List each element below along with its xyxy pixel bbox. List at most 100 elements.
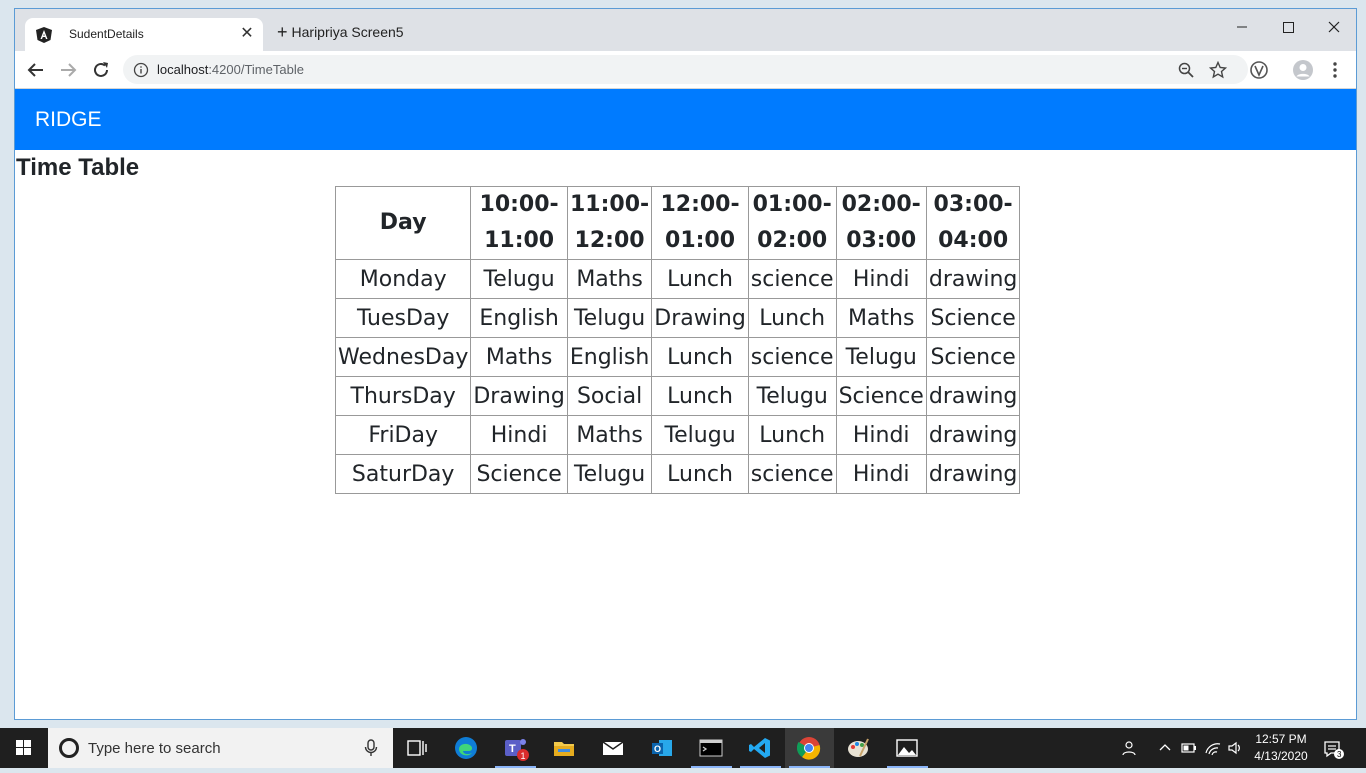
table-body: Monday Telugu Maths Lunch science Hindi drawin… bbox=[334, 259, 1021, 494]
address-bar[interactable]: localhost:4200/TimeTable bbox=[123, 55, 1248, 84]
subject-cell: Maths bbox=[566, 415, 653, 455]
menu-dots-icon[interactable] bbox=[1324, 59, 1346, 81]
notification-center-icon[interactable]: 3 bbox=[1322, 738, 1344, 760]
subject-cell: Social bbox=[566, 376, 653, 416]
subject-cell: Hindi bbox=[835, 415, 927, 455]
header-time-slot: 11:00- 12:00 bbox=[566, 186, 653, 260]
close-tab-icon[interactable]: ✕ bbox=[237, 24, 257, 44]
photos-icon bbox=[896, 739, 918, 757]
table-row: WednesDay Maths English Lunch science Telugu S… bbox=[334, 337, 1021, 377]
start-button[interactable] bbox=[0, 728, 48, 768]
subject-cell: Lunch bbox=[747, 298, 837, 338]
subject-cell: Telugu bbox=[566, 298, 653, 338]
tab-active[interactable]: SudentDetails ✕ bbox=[25, 18, 263, 51]
battery-icon[interactable] bbox=[1180, 739, 1198, 757]
subject-cell: Maths bbox=[470, 337, 568, 377]
url-text: localhost:4200/TimeTable bbox=[157, 62, 304, 77]
vscode-icon bbox=[749, 738, 770, 758]
minimize-icon[interactable] bbox=[1219, 13, 1265, 41]
teams-badge: 1 bbox=[521, 751, 526, 761]
subject-cell: drawing bbox=[925, 454, 1021, 494]
edge-icon bbox=[455, 737, 477, 759]
subject-cell: Hindi bbox=[470, 415, 568, 455]
table-header-row: Day 10:00- 11:00 11:00- 12:00 12:00- 01:00 0… bbox=[334, 186, 1021, 260]
zoom-out-icon[interactable] bbox=[1177, 61, 1195, 79]
task-view-icon bbox=[407, 740, 427, 756]
subject-cell: Telugu bbox=[747, 376, 837, 416]
page-title: Time Table bbox=[16, 154, 140, 181]
system-clock[interactable]: 12:57 PM 4/13/2020 bbox=[1248, 731, 1314, 765]
subject-cell: Hindi bbox=[835, 259, 927, 299]
new-tab-button[interactable]: + Haripriya Screen5 bbox=[277, 22, 404, 42]
cortana-icon bbox=[59, 738, 79, 758]
day-cell: ThursDay bbox=[334, 376, 472, 416]
day-cell: SaturDay bbox=[334, 454, 472, 494]
terminal-icon bbox=[699, 739, 723, 757]
taskbar-terminal[interactable] bbox=[687, 728, 736, 768]
bookmark-star-icon[interactable] bbox=[1209, 61, 1227, 79]
reload-icon[interactable] bbox=[90, 59, 112, 81]
brand-link[interactable]: RIDGE bbox=[35, 108, 102, 132]
people-icon[interactable] bbox=[1121, 739, 1139, 757]
folder-icon bbox=[554, 742, 574, 756]
chrome-icon bbox=[797, 737, 821, 760]
profile-avatar-icon[interactable] bbox=[1292, 59, 1314, 81]
taskbar-mail[interactable] bbox=[589, 728, 638, 768]
day-cell: FriDay bbox=[334, 415, 472, 455]
extension-icon[interactable] bbox=[1248, 59, 1270, 81]
taskbar-chrome[interactable] bbox=[785, 728, 834, 768]
subject-cell: English bbox=[470, 298, 568, 338]
taskbar-search-box[interactable]: Type here to search bbox=[48, 728, 393, 768]
subject-cell: Telugu bbox=[651, 415, 749, 455]
svg-text:T: T bbox=[509, 743, 516, 755]
clock-date: 4/13/2020 bbox=[1254, 749, 1308, 763]
clock-time: 12:57 PM bbox=[1255, 732, 1307, 746]
url-path: :4200/TimeTable bbox=[208, 62, 304, 77]
browser-window: SudentDetails ✕ + Haripriya Screen5 loca… bbox=[14, 8, 1357, 720]
wifi-icon[interactable] bbox=[1204, 739, 1222, 757]
taskbar-edge[interactable] bbox=[442, 728, 491, 768]
notification-count: 3 bbox=[1337, 750, 1342, 759]
task-view-button[interactable] bbox=[393, 728, 442, 768]
subject-cell: science bbox=[747, 259, 837, 299]
table-row: ThursDay Drawing Social Lunch Telugu Science d… bbox=[334, 376, 1021, 416]
taskbar-outlook[interactable]: O bbox=[638, 728, 687, 768]
taskbar-teams[interactable]: T1 bbox=[491, 728, 540, 768]
new-tab-label: Haripriya Screen5 bbox=[291, 24, 404, 40]
subject-cell: Telugu bbox=[470, 259, 568, 299]
header-time-slot: 01:00- 02:00 bbox=[747, 186, 837, 260]
taskbar-photos[interactable] bbox=[883, 728, 932, 768]
window-close-icon[interactable] bbox=[1311, 13, 1357, 41]
outlook-icon: O bbox=[652, 740, 672, 756]
subject-cell: Drawing bbox=[651, 298, 749, 338]
info-icon[interactable] bbox=[133, 62, 149, 78]
chevron-up-icon[interactable] bbox=[1156, 739, 1174, 757]
plus-icon: + bbox=[277, 22, 288, 42]
header-time-slot: 12:00- 01:00 bbox=[651, 186, 749, 260]
day-cell: WednesDay bbox=[334, 337, 472, 377]
subject-cell: Hindi bbox=[835, 454, 927, 494]
subject-cell: Lunch bbox=[651, 454, 749, 494]
url-host: localhost bbox=[157, 62, 209, 77]
header-time-slot: 03:00- 04:00 bbox=[925, 186, 1021, 260]
volume-icon[interactable] bbox=[1226, 739, 1244, 757]
subject-cell: Lunch bbox=[747, 415, 837, 455]
table-row: Monday Telugu Maths Lunch science Hindi drawin… bbox=[334, 259, 1021, 299]
svg-text:O: O bbox=[654, 744, 661, 754]
subject-cell: science bbox=[747, 337, 837, 377]
subject-cell: Telugu bbox=[835, 337, 927, 377]
tab-strip: SudentDetails ✕ + Haripriya Screen5 bbox=[15, 9, 1356, 51]
microphone-icon[interactable] bbox=[361, 738, 381, 758]
header-time-slot: 02:00- 03:00 bbox=[835, 186, 927, 260]
taskbar-paint[interactable] bbox=[834, 728, 883, 768]
taskbar-file-explorer[interactable] bbox=[540, 728, 589, 768]
day-cell: TuesDay bbox=[334, 298, 472, 338]
back-arrow-icon[interactable] bbox=[25, 59, 47, 81]
subject-cell: Telugu bbox=[566, 454, 653, 494]
subject-cell: Lunch bbox=[651, 337, 749, 377]
subject-cell: Drawing bbox=[470, 376, 568, 416]
forward-arrow-icon[interactable] bbox=[57, 59, 79, 81]
subject-cell: drawing bbox=[925, 376, 1021, 416]
maximize-icon[interactable] bbox=[1265, 13, 1311, 41]
taskbar-vscode[interactable] bbox=[736, 728, 785, 768]
